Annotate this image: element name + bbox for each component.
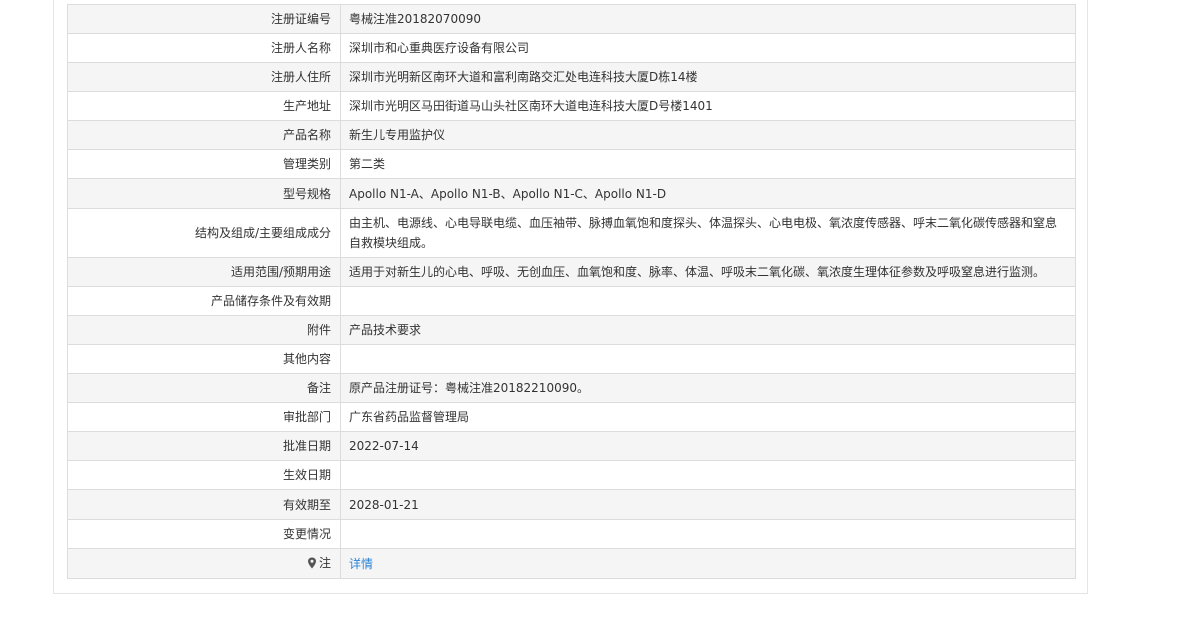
row-remarks: 备注 原产品注册证号：粤械注准20182210090。: [67, 373, 1076, 403]
row-value: 深圳市光明区马田街道马山头社区南环大道电连科技大厦D号楼1401: [340, 91, 1076, 121]
row-value: 深圳市和心重典医疗设备有限公司: [340, 33, 1076, 63]
row-value: 新生儿专用监护仪: [340, 120, 1076, 150]
row-management-category: 管理类别 第二类: [67, 149, 1076, 179]
row-label: 批准日期: [67, 431, 341, 461]
row-effective-date: 生效日期: [67, 460, 1076, 490]
row-valid-until: 有效期至 2028-01-21: [67, 489, 1076, 520]
row-label: 结构及组成/主要组成成分: [67, 208, 341, 258]
row-model-spec: 型号规格 Apollo N1-A、Apollo N1-B、Apollo N1-C…: [67, 178, 1076, 209]
row-label: 备注: [67, 373, 341, 403]
row-value: 深圳市光明新区南环大道和富利南路交汇处电连科技大厦D栋14楼: [340, 62, 1076, 92]
row-label: 变更情况: [67, 519, 341, 549]
registration-info-table: 注册证编号 粤械注准20182070090 注册人名称 深圳市和心重典医疗设备有…: [67, 4, 1076, 579]
row-storage-conditions: 产品储存条件及有效期: [67, 286, 1076, 316]
row-value: [340, 344, 1076, 374]
row-value: 适用于对新生儿的心电、呼吸、无创血压、血氧饱和度、脉率、体温、呼吸末二氧化碳、氧…: [340, 257, 1076, 287]
row-label: 注: [67, 548, 341, 579]
map-pin-icon: [307, 557, 316, 568]
row-label: 注册证编号: [67, 4, 341, 34]
row-registrant-address: 注册人住所 深圳市光明新区南环大道和富利南路交汇处电连科技大厦D栋14楼: [67, 62, 1076, 92]
row-value: Apollo N1-A、Apollo N1-B、Apollo N1-C、Apol…: [340, 178, 1076, 209]
row-value: 详情: [340, 548, 1076, 579]
row-value: 原产品注册证号：粤械注准20182210090。: [340, 373, 1076, 403]
row-label: 有效期至: [67, 489, 341, 520]
row-value: [340, 460, 1076, 490]
details-link[interactable]: 详情: [349, 557, 373, 571]
row-label: 附件: [67, 315, 341, 345]
row-label: 注册人名称: [67, 33, 341, 63]
row-registrant-name: 注册人名称 深圳市和心重典医疗设备有限公司: [67, 33, 1076, 63]
row-other-content: 其他内容: [67, 344, 1076, 374]
row-label: 产品储存条件及有效期: [67, 286, 341, 316]
row-value: 产品技术要求: [340, 315, 1076, 345]
row-approval-department: 审批部门 广东省药品监督管理局: [67, 402, 1076, 432]
note-label: 注: [318, 555, 331, 570]
row-note: 注 详情: [67, 548, 1076, 579]
row-intended-use: 适用范围/预期用途 适用于对新生儿的心电、呼吸、无创血压、血氧饱和度、脉率、体温…: [67, 257, 1076, 287]
row-label: 型号规格: [67, 178, 341, 209]
row-value: 2028-01-21: [340, 489, 1076, 520]
row-label: 注册人住所: [67, 62, 341, 92]
row-product-name: 产品名称 新生儿专用监护仪: [67, 120, 1076, 150]
detail-panel: 注册证编号 粤械注准20182070090 注册人名称 深圳市和心重典医疗设备有…: [53, 0, 1088, 594]
row-value: 由主机、电源线、心电导联电缆、血压袖带、脉搏血氧饱和度探头、体温探头、心电电极、…: [340, 208, 1076, 258]
row-value: 广东省药品监督管理局: [340, 402, 1076, 432]
row-value: 粤械注准20182070090: [340, 4, 1076, 34]
row-value: 第二类: [340, 149, 1076, 179]
row-approval-date: 批准日期 2022-07-14: [67, 431, 1076, 461]
row-label: 适用范围/预期用途: [67, 257, 341, 287]
row-label: 生产地址: [67, 91, 341, 121]
row-value: 2022-07-14: [340, 431, 1076, 461]
row-attachments: 附件 产品技术要求: [67, 315, 1076, 345]
row-value: [340, 286, 1076, 316]
row-registration-number: 注册证编号 粤械注准20182070090: [67, 4, 1076, 34]
row-production-address: 生产地址 深圳市光明区马田街道马山头社区南环大道电连科技大厦D号楼1401: [67, 91, 1076, 121]
note-label-group: 注: [307, 553, 331, 573]
row-value: [340, 519, 1076, 549]
row-label: 审批部门: [67, 402, 341, 432]
row-change-history: 变更情况: [67, 519, 1076, 549]
row-label: 管理类别: [67, 149, 341, 179]
row-label: 生效日期: [67, 460, 341, 490]
row-label: 产品名称: [67, 120, 341, 150]
row-structure-composition: 结构及组成/主要组成成分 由主机、电源线、心电导联电缆、血压袖带、脉搏血氧饱和度…: [67, 208, 1076, 258]
row-label: 其他内容: [67, 344, 341, 374]
